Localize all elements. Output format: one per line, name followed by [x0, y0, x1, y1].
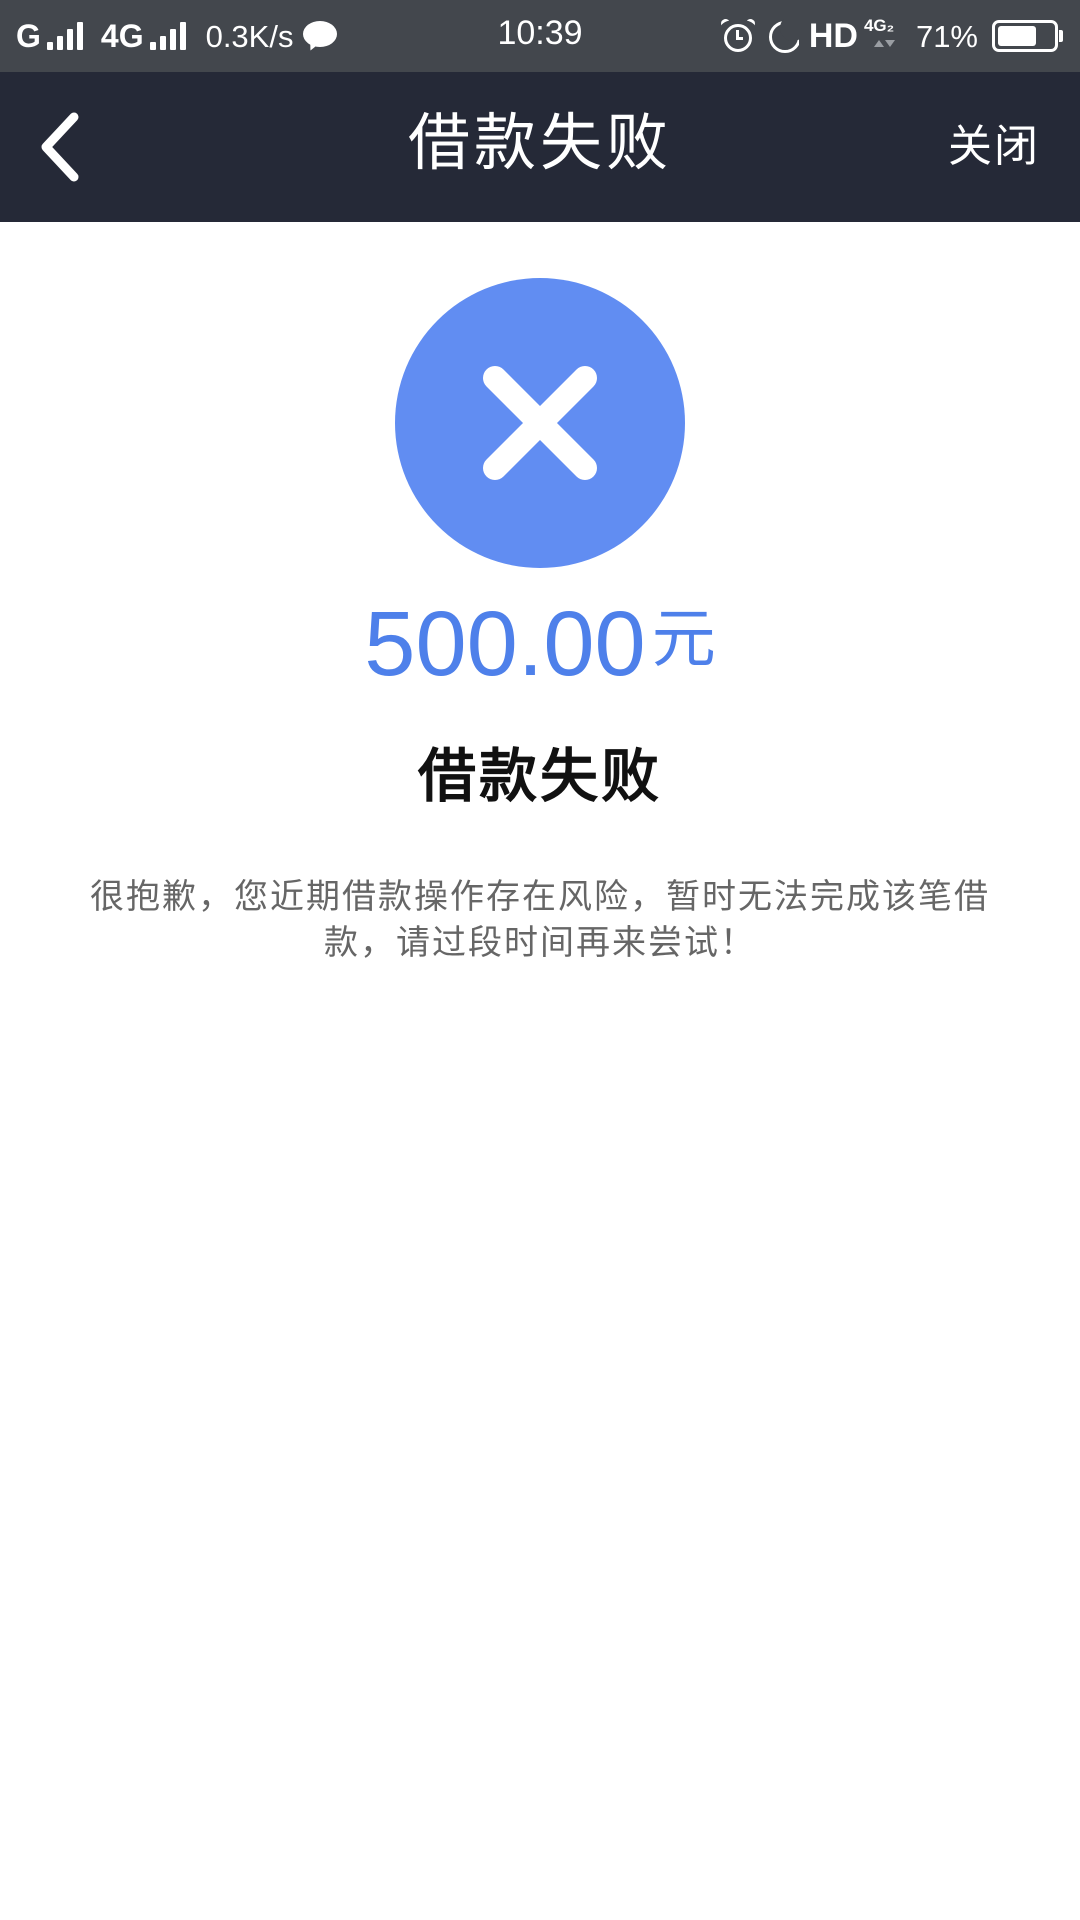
chevron-left-icon: [41, 112, 79, 182]
result-title: 借款失败: [417, 742, 662, 810]
status-right: HD 4G₂ 71%: [719, 0, 1063, 72]
signal-icon: [46, 22, 87, 50]
result-message: 很抱歉，您近期借款操作存在风险，暂时无法完成该笔借款，请过段时间再来尝试！: [90, 877, 990, 963]
battery-percent: 71%: [915, 18, 978, 54]
status-left: G 4G 0.3K/s: [16, 0, 338, 72]
nav-bar: 借款失败 关闭: [0, 72, 1080, 222]
hd-label: HD: [808, 17, 858, 55]
loan-amount: 500.00元: [0, 588, 1080, 699]
screen: G 4G 0.3K/s 10:39 HD 4G₂ 71% 借款失败 关闭 500…: [0, 0, 1080, 1920]
alarm-icon: [719, 17, 757, 53]
carrier-2-label: 4G: [100, 18, 144, 54]
network-type-icon: 4G₂: [864, 16, 904, 56]
net-speed: 0.3K/s: [205, 18, 294, 54]
network-type-label: 4G₂: [863, 16, 895, 35]
page-title: 借款失败: [407, 106, 672, 179]
close-circle-icon: [395, 278, 685, 568]
moon-icon: [767, 19, 799, 53]
carrier-1-label: G: [16, 18, 41, 54]
back-button[interactable]: [30, 107, 110, 187]
amount-unit: 元: [651, 603, 716, 677]
chat-icon: [303, 21, 338, 53]
close-button[interactable]: 关闭: [948, 117, 1040, 177]
signal-icon: [149, 22, 190, 50]
battery-icon: [992, 20, 1063, 52]
amount-value: 500.00: [364, 593, 646, 695]
status-bar: G 4G 0.3K/s 10:39 HD 4G₂ 71%: [0, 0, 1080, 72]
